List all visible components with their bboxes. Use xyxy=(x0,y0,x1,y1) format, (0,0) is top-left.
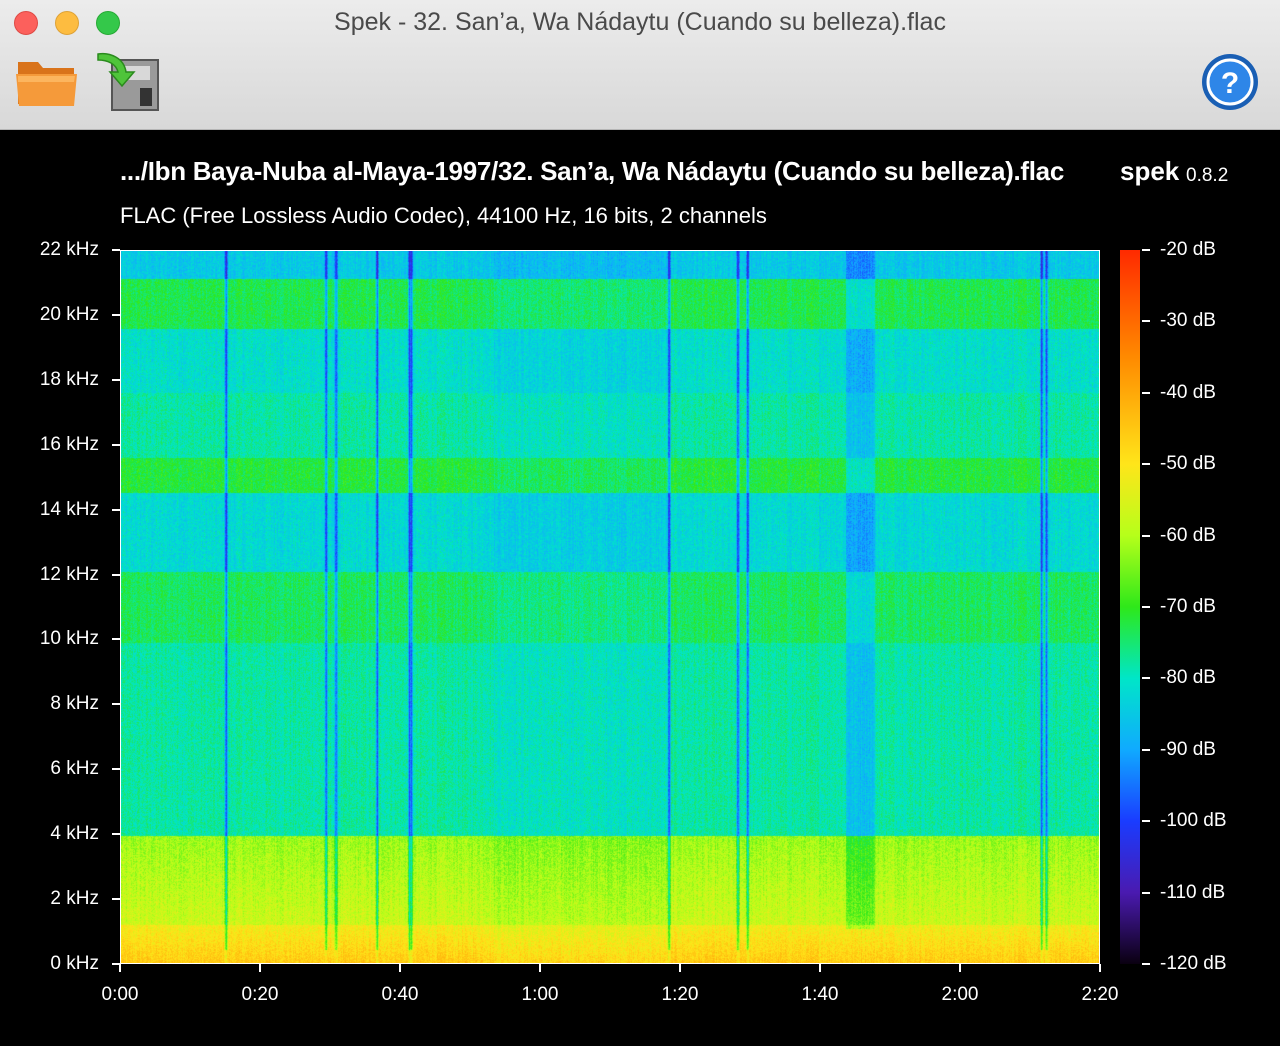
y-tick-label: 2 kHz xyxy=(50,888,99,910)
x-tick-mark xyxy=(399,964,401,972)
y-tick-mark xyxy=(112,378,120,381)
y-tick-mark xyxy=(112,573,120,576)
x-tick-label: 1:00 xyxy=(521,984,559,1005)
help-icon: ? xyxy=(1202,54,1258,110)
x-tick-mark xyxy=(959,964,961,972)
y-tick-mark xyxy=(112,313,120,316)
colorbar-tick-mark xyxy=(1142,534,1150,537)
app-name: spek xyxy=(1120,156,1180,186)
x-tick-mark xyxy=(119,964,121,972)
colorbar-tick-mark xyxy=(1142,748,1150,751)
x-tick-label: 0:40 xyxy=(381,984,419,1005)
colorbar-tick-label: -60 dB xyxy=(1160,524,1216,546)
colorbar-tick-mark xyxy=(1142,320,1150,323)
y-tick-label: 18 kHz xyxy=(39,368,99,390)
svg-text:?: ? xyxy=(1221,67,1239,100)
y-tick-label: 0 kHz xyxy=(50,953,99,974)
x-tick-label: 1:20 xyxy=(661,984,699,1005)
colorbar-tick-label: -50 dB xyxy=(1160,453,1216,475)
app-version: 0.8.2 xyxy=(1186,165,1229,186)
x-tick-label: 2:00 xyxy=(941,984,979,1005)
x-tick-mark xyxy=(259,964,261,972)
colorbar-tick-label: -80 dB xyxy=(1160,667,1216,689)
y-tick-mark xyxy=(112,898,120,901)
y-tick-label: 20 kHz xyxy=(39,303,99,325)
x-tick-label: 1:40 xyxy=(801,984,839,1005)
colorbar-tick-mark xyxy=(1142,820,1150,823)
colorbar-tick-mark xyxy=(1142,891,1150,894)
colorbar-tick-mark xyxy=(1142,677,1150,680)
colorbar-tick-mark xyxy=(1142,606,1150,608)
colorbar-tick-label: -40 dB xyxy=(1160,381,1216,403)
x-tick-label: 0:20 xyxy=(241,984,279,1005)
colorbar-tick-mark xyxy=(1142,391,1150,394)
colorbar-tick-label: -120 dB xyxy=(1160,953,1227,974)
file-path: .../Ibn Baya-Nuba al-Maya-1997/32. San’a… xyxy=(120,156,1064,186)
y-tick-mark xyxy=(112,703,120,706)
x-tick-mark xyxy=(1099,964,1101,972)
colorbar-tick-label: -100 dB xyxy=(1160,810,1227,832)
y-tick-label: 12 kHz xyxy=(39,563,99,585)
y-tick-mark xyxy=(112,508,120,511)
plot-border xyxy=(120,250,1100,964)
help-button[interactable]: ? xyxy=(1200,52,1260,112)
x-tick-mark xyxy=(539,964,541,972)
colorbar-tick-mark xyxy=(1142,963,1150,965)
stream-info: FLAC (Free Lossless Audio Codec), 44100 … xyxy=(120,203,767,228)
x-tick-mark xyxy=(819,964,821,972)
colorbar-tick-label: -20 dB xyxy=(1160,239,1216,260)
save-image-icon xyxy=(97,52,159,111)
y-tick-label: 6 kHz xyxy=(50,758,99,780)
y-tick-label: 4 kHz xyxy=(50,823,99,845)
y-tick-label: 22 kHz xyxy=(39,239,99,260)
colorbar-tick-mark xyxy=(1142,463,1150,466)
y-tick-mark xyxy=(112,638,120,641)
y-tick-label: 8 kHz xyxy=(50,693,99,715)
y-tick-label: 16 kHz xyxy=(39,433,99,455)
y-tick-mark xyxy=(112,443,120,446)
colorbar-tick-label: -110 dB xyxy=(1160,881,1226,903)
spek-window: Spek - 32. San’a, Wa Nádaytu (Cuando su … xyxy=(0,0,1280,1046)
x-tick-label: 0:00 xyxy=(101,984,139,1005)
window-title: Spek - 32. San’a, Wa Nádaytu (Cuando su … xyxy=(334,8,946,36)
y-tick-label: 14 kHz xyxy=(39,498,99,520)
folder-icon xyxy=(16,62,77,106)
y-tick-mark xyxy=(112,249,120,251)
y-tick-mark xyxy=(112,833,120,836)
title-bar: Spek - 32. San’a, Wa Nádaytu (Cuando su … xyxy=(0,0,1280,130)
colorbar-tick-mark xyxy=(1142,249,1150,251)
x-tick-mark xyxy=(679,964,681,972)
colorbar-tick-label: -90 dB xyxy=(1160,738,1216,760)
colorbar-tick-label: -70 dB xyxy=(1160,596,1216,617)
x-tick-label: 2:20 xyxy=(1081,984,1119,1005)
open-file-button[interactable] xyxy=(14,52,80,110)
y-tick-label: 10 kHz xyxy=(39,628,99,650)
db-colorbar xyxy=(1120,250,1140,964)
colorbar-tick-label: -30 dB xyxy=(1160,310,1216,332)
save-spectrogram-button[interactable] xyxy=(94,50,162,112)
y-tick-mark xyxy=(112,768,120,771)
